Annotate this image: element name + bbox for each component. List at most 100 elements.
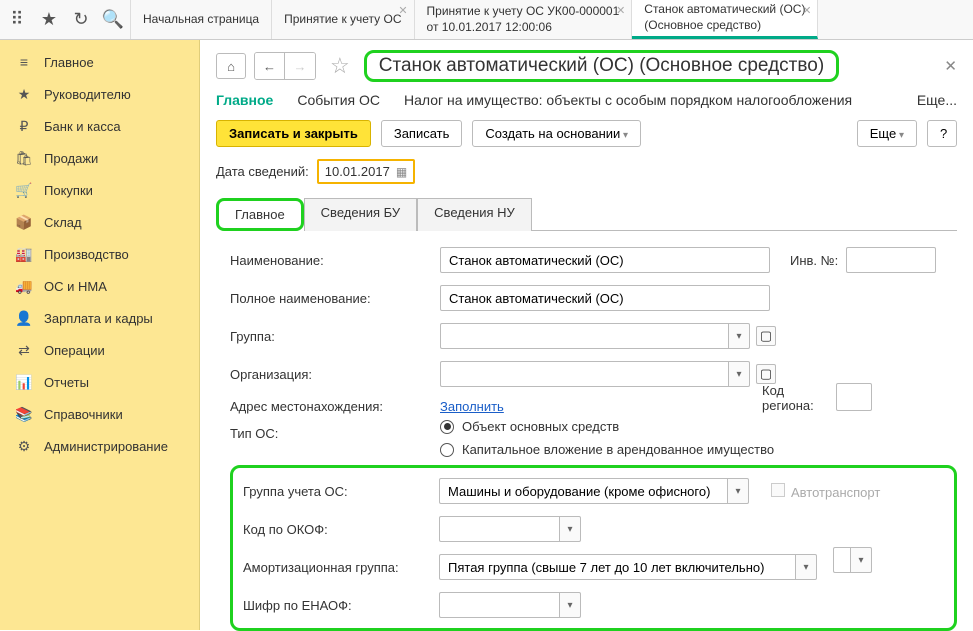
- subnav-tax[interactable]: Налог на имущество: объекты с особым пор…: [404, 92, 852, 108]
- sidebar-item-label: Справочники: [44, 407, 123, 422]
- top-tab-2[interactable]: Принятие к учету ОС УК00-000001от 10.01.…: [415, 0, 633, 39]
- sidebar-item-0[interactable]: ≡ Главное: [0, 46, 199, 78]
- subnav-more[interactable]: Еще...: [917, 92, 957, 108]
- okof-dropdown-button[interactable]: ▾: [559, 516, 581, 542]
- tab-main[interactable]: Главное: [216, 198, 304, 231]
- inv-no-input[interactable]: [846, 247, 936, 273]
- amort-extra-input[interactable]: [833, 547, 850, 573]
- nav-forward-button[interactable]: →: [285, 53, 315, 79]
- type-label: Тип ОС:: [230, 426, 440, 441]
- tab-bu[interactable]: Сведения БУ: [304, 198, 418, 231]
- auto-transport-checkbox[interactable]: [771, 483, 785, 497]
- sidebar-item-label: Руководителю: [44, 87, 131, 102]
- save-close-button[interactable]: Записать и закрыть: [216, 120, 371, 147]
- help-button[interactable]: ?: [927, 120, 957, 147]
- group-label: Группа:: [230, 329, 440, 344]
- auto-transport-label: Автотранспорт: [791, 485, 880, 500]
- tab-close-icon[interactable]: ✕: [616, 4, 625, 18]
- sidebar-icon: ★: [16, 86, 32, 102]
- full-name-input[interactable]: [440, 285, 770, 311]
- search-icon[interactable]: 🔍: [104, 11, 122, 29]
- sidebar-icon: 🛍: [16, 150, 32, 166]
- region-code-input[interactable]: [836, 383, 872, 411]
- subnav-main[interactable]: Главное: [216, 92, 273, 108]
- sidebar-item-7[interactable]: 🚚ОС и НМА: [0, 270, 199, 302]
- name-input[interactable]: [440, 247, 770, 273]
- sidebar-item-2[interactable]: ₽Банк и касса: [0, 110, 199, 142]
- radio-capital-investment-label: Капитальное вложение в арендованное имущ…: [462, 442, 774, 457]
- amort-dropdown-button[interactable]: ▾: [795, 554, 817, 580]
- org-input[interactable]: [440, 361, 728, 387]
- amort-input[interactable]: [439, 554, 795, 580]
- date-label: Дата сведений:: [216, 164, 309, 179]
- enaof-dropdown-button[interactable]: ▾: [559, 592, 581, 618]
- top-tab-3[interactable]: Станок автоматический (ОС)(Основное сред…: [632, 0, 818, 39]
- subnav-events[interactable]: События ОС: [297, 92, 380, 108]
- sidebar-item-label: Главное: [44, 55, 94, 70]
- close-button[interactable]: ✕: [944, 57, 957, 75]
- home-button[interactable]: ⌂: [216, 53, 246, 79]
- top-tab-line1: Принятие к учету ОС: [284, 12, 401, 28]
- sidebar-item-10[interactable]: 📊Отчеты: [0, 366, 199, 398]
- tab-close-icon[interactable]: ✕: [398, 4, 407, 18]
- nav-back-button[interactable]: ←: [255, 53, 285, 79]
- address-fill-link[interactable]: Заполнить: [440, 399, 504, 414]
- sidebar-item-label: Зарплата и кадры: [44, 311, 153, 326]
- okof-label: Код по ОКОФ:: [243, 522, 439, 537]
- sidebar-icon: ⇄: [16, 342, 32, 358]
- okof-input[interactable]: [439, 516, 559, 542]
- top-tab-line1: Принятие к учету ОС УК00-000001: [427, 4, 620, 20]
- sidebar-item-8[interactable]: 👤Зарплата и кадры: [0, 302, 199, 334]
- top-tab-line2: (Основное средство): [644, 18, 805, 34]
- sidebar-item-6[interactable]: 🏭Производство: [0, 238, 199, 270]
- inv-no-label: Инв. №:: [790, 253, 838, 268]
- region-code-label: Код региона:: [762, 383, 822, 413]
- sidebar-item-5[interactable]: 📦Склад: [0, 206, 199, 238]
- top-tab-line1: Станок автоматический (ОС): [644, 2, 805, 18]
- favorite-button[interactable]: ☆: [324, 52, 356, 80]
- save-button[interactable]: Записать: [381, 120, 463, 147]
- org-open-button[interactable]: ▢: [756, 364, 776, 384]
- date-value[interactable]: 10.01.2017: [325, 164, 390, 179]
- sidebar-icon: 📦: [16, 214, 32, 230]
- sidebar-item-9[interactable]: ⇄Операции: [0, 334, 199, 366]
- sidebar-icon: ≡: [16, 54, 32, 70]
- enaof-input[interactable]: [439, 592, 559, 618]
- sidebar-item-1[interactable]: ★ Руководителю: [0, 78, 199, 110]
- amort-extra-dropdown-button[interactable]: ▾: [850, 547, 872, 573]
- top-tab-0[interactable]: Начальная страница: [131, 0, 272, 39]
- sidebar-icon: ⚙: [16, 438, 32, 454]
- group-open-button[interactable]: ▢: [756, 326, 776, 346]
- sidebar-item-label: Банк и касса: [44, 119, 121, 134]
- sidebar-item-12[interactable]: ⚙ Администрирование: [0, 430, 199, 462]
- more-button[interactable]: Еще: [857, 120, 917, 147]
- sidebar-icon: 🏭: [16, 246, 32, 262]
- top-tab-1[interactable]: Принятие к учету ОС✕: [272, 0, 414, 39]
- create-based-on-button[interactable]: Создать на основании: [472, 120, 641, 147]
- sidebar-item-4[interactable]: 🛒Покупки: [0, 174, 199, 206]
- radio-capital-investment[interactable]: [440, 443, 454, 457]
- sidebar-item-11[interactable]: 📚 Справочники: [0, 398, 199, 430]
- name-label: Наименование:: [230, 253, 440, 268]
- star-icon[interactable]: ★: [40, 11, 58, 29]
- org-dropdown-button[interactable]: ▾: [728, 361, 750, 387]
- radio-main-asset[interactable]: [440, 420, 454, 434]
- group-input[interactable]: [440, 323, 728, 349]
- apps-icon[interactable]: ⠿: [8, 11, 26, 29]
- tab-nu[interactable]: Сведения НУ: [417, 198, 532, 231]
- sidebar-icon: 📚: [16, 406, 32, 422]
- enaof-label: Шифр по ЕНАОФ:: [243, 598, 439, 613]
- sidebar-item-label: ОС и НМА: [44, 279, 107, 294]
- sidebar-item-label: Администрирование: [44, 439, 168, 454]
- acc-group-dropdown-button[interactable]: ▾: [727, 478, 749, 504]
- sidebar-item-3[interactable]: 🛍 Продажи: [0, 142, 199, 174]
- acc-group-input[interactable]: [439, 478, 727, 504]
- history-icon[interactable]: ↻: [72, 11, 90, 29]
- sidebar-icon: 🛒: [16, 182, 32, 198]
- sidebar-item-label: Отчеты: [44, 375, 89, 390]
- group-dropdown-button[interactable]: ▾: [728, 323, 750, 349]
- calendar-icon[interactable]: ▦: [396, 165, 407, 179]
- tab-close-icon[interactable]: ✕: [802, 4, 811, 18]
- amort-label: Амортизационная группа:: [243, 560, 439, 575]
- sidebar-item-label: Продажи: [44, 151, 98, 166]
